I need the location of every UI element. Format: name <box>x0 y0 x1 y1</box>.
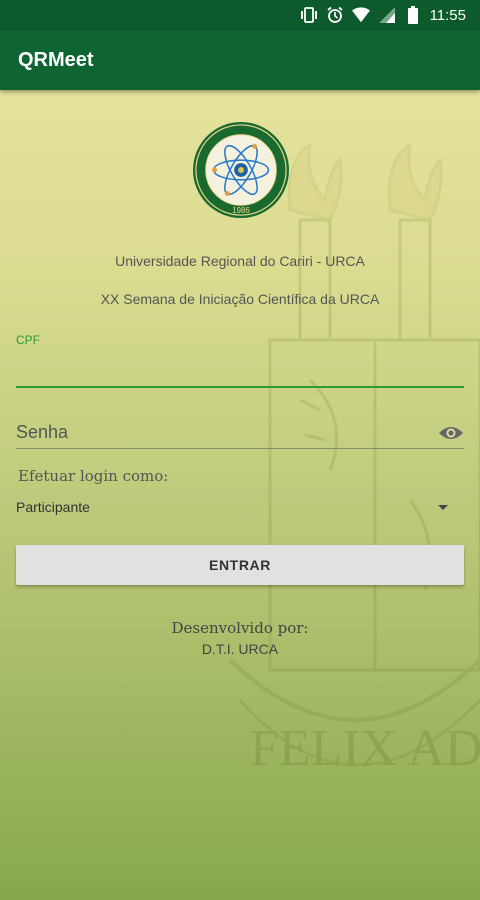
app-bar: QRMeet <box>0 30 480 90</box>
developed-by-label: Desenvolvido por: <box>171 619 309 637</box>
cpf-input[interactable] <box>16 348 464 388</box>
login-button[interactable]: ENTRAR <box>16 545 464 585</box>
university-name: Universidade Regional do Cariri - URCA <box>115 253 365 269</box>
role-selected-value: Participante <box>16 499 90 515</box>
status-bar: 11:55 <box>0 0 480 30</box>
vibrate-icon <box>300 6 318 24</box>
battery-icon <box>404 6 422 24</box>
role-select[interactable]: Participante <box>16 494 464 520</box>
alarm-icon <box>326 6 344 24</box>
status-time: 11:55 <box>429 6 466 24</box>
password-input[interactable] <box>16 410 464 449</box>
event-name: XX Semana de Iniciação Científica da URC… <box>100 291 380 307</box>
cpf-label: CPF <box>16 333 40 347</box>
crest-watermark: FELIX AD SA <box>230 142 480 777</box>
university-logo: 1986 <box>192 121 290 219</box>
signal-icon <box>378 6 396 24</box>
dropdown-arrow-icon <box>438 504 448 510</box>
login-as-label: Efetuar login como: <box>18 467 169 485</box>
app-title: QRMeet <box>18 48 94 71</box>
wifi-icon <box>351 6 370 24</box>
svg-text:FELIX AD SA: FELIX AD SA <box>250 720 480 777</box>
developer-name: D.T.I. URCA <box>201 641 279 657</box>
logo-year: 1986 <box>232 206 250 215</box>
eye-icon[interactable] <box>438 423 464 443</box>
